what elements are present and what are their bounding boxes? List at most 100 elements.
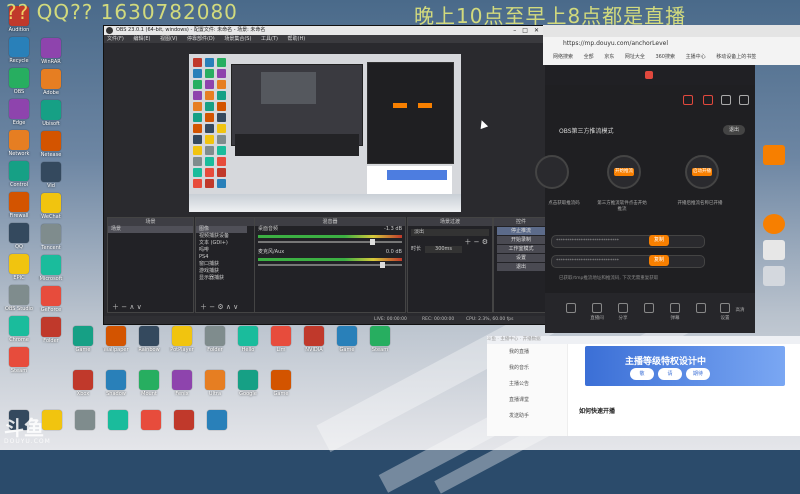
quality-button[interactable]: 高清	[727, 307, 753, 313]
settings-button[interactable]: 设置	[497, 254, 545, 262]
desktop-icon[interactable]: Shadow	[99, 370, 133, 403]
source-item[interactable]: 图像	[196, 226, 247, 233]
desktop-icon[interactable]: Folder	[198, 326, 232, 359]
menu-edit[interactable]: 编辑(E)	[133, 36, 150, 42]
menu-file[interactable]: 文件(F)	[107, 36, 124, 42]
bell-icon[interactable]	[721, 95, 731, 105]
bookmark-item[interactable]: 移动设备上的书签	[716, 54, 756, 60]
source-item[interactable]: 吗啡	[196, 247, 247, 254]
stream-key-field[interactable]: ****************************	[551, 255, 705, 268]
desktop-icon[interactable]	[200, 410, 234, 443]
desktop-icon[interactable]: Netease	[34, 131, 68, 164]
obs-window[interactable]: OBS 23.0.1 (64-bit, windows) - 配置文件: 未命名…	[103, 25, 549, 325]
desktop-icon[interactable]: Lim	[264, 326, 298, 359]
desktop-icon[interactable]: OBS	[2, 68, 36, 101]
desktop-icon[interactable]: Ultra	[198, 370, 232, 403]
bookmark-item[interactable]: 网址大全	[625, 54, 645, 60]
obs-preview-canvas[interactable]	[189, 54, 461, 212]
desktop-icon[interactable]: QQ	[2, 223, 36, 256]
source-item[interactable]: 游戏捕获	[196, 268, 247, 275]
source-item[interactable]: 文本 (GDI+)	[196, 240, 247, 247]
desktop-icon[interactable]: NVIDIA	[297, 326, 331, 359]
desktop-icon[interactable]: Vid	[34, 162, 68, 195]
studio-mode-button[interactable]: 工作室模式	[497, 245, 545, 253]
bottom-item[interactable]	[637, 303, 661, 315]
desktop-icon[interactable]: Game	[264, 370, 298, 403]
desktop-icon[interactable]: Tencent	[34, 224, 68, 257]
bookmark-item[interactable]: 360搜索	[655, 54, 675, 60]
source-item[interactable]: 显示器捕获	[196, 275, 247, 282]
stop-streaming-button[interactable]: 停止推流	[497, 227, 545, 235]
window-controls[interactable]: –□✕	[513, 26, 545, 35]
desktop-icon[interactable]: Steam	[363, 326, 397, 359]
desktop-icon[interactable]	[167, 410, 201, 443]
bottom-item[interactable]: 弹幕	[663, 303, 687, 321]
scene-item[interactable]: 场景	[108, 226, 193, 233]
start-recording-button[interactable]: 开始录制	[497, 236, 545, 244]
bottom-item[interactable]: 直播间	[585, 303, 609, 321]
desktop-icon[interactable]: Rainbow	[132, 326, 166, 359]
rtmp-address-field[interactable]: ****************************	[551, 235, 705, 248]
menu-tools[interactable]: 工具(T)	[261, 36, 278, 42]
desktop-icon[interactable]: PotPlayer	[165, 326, 199, 359]
desktop-icon[interactable]: Hello	[231, 326, 265, 359]
desktop-icon[interactable]: Firewall	[2, 192, 36, 225]
desktop-icon[interactable]: Control	[2, 161, 36, 194]
desktop-icon[interactable]: Audition	[2, 6, 36, 39]
source-item[interactable]: 窗口捕获	[196, 261, 247, 268]
avatar[interactable]	[645, 71, 653, 79]
desktop-icon[interactable]: Microsoft	[34, 255, 68, 288]
copy-rtmp-button[interactable]: 复制	[649, 235, 669, 246]
nav-item[interactable]: 主播公告	[487, 376, 567, 392]
volume-slider[interactable]	[258, 239, 402, 245]
bookmark-item[interactable]: 京东	[604, 54, 614, 60]
desktop-icon[interactable]: WeChat	[34, 193, 68, 226]
nav-item[interactable]: 我的直播	[487, 344, 567, 360]
side-widget-timer[interactable]	[763, 214, 785, 234]
desktop-icon[interactable]: Fenix	[165, 370, 199, 403]
transition-select[interactable]: 淡出	[411, 229, 489, 236]
start-live-button[interactable]: 启动开播	[692, 168, 712, 176]
menu-view[interactable]: 视图(V)	[160, 36, 177, 42]
desktop-icon[interactable]: Game	[66, 326, 100, 359]
desktop-icon[interactable]: Folder	[34, 317, 68, 350]
desktop-icon[interactable]: Recycle	[2, 37, 36, 70]
desktop-icon[interactable]: Xbox	[66, 370, 100, 403]
transition-add-remove[interactable]: ＋ − ⚙	[408, 239, 492, 246]
menu-help[interactable]: 帮助(H)	[288, 36, 306, 42]
side-widget-image[interactable]	[763, 240, 785, 260]
side-widget-wallpaper[interactable]	[763, 266, 785, 286]
menu-scene-collection[interactable]: 场景集合(S)	[224, 36, 251, 42]
bookmark-item[interactable]: 全部	[584, 54, 594, 60]
desktop-icon[interactable]: Chrome	[2, 316, 36, 349]
exit-button[interactable]: 退出	[497, 263, 545, 271]
copy-key-button[interactable]: 复制	[649, 255, 669, 266]
share-icon[interactable]	[739, 95, 749, 105]
volume-slider[interactable]	[258, 262, 402, 268]
nav-item[interactable]: 发送助手	[487, 408, 567, 424]
promo-banner[interactable]: 主播等级特权设计中 敬 请 期待	[585, 346, 785, 386]
desktop-icon[interactable]: WinRAR	[34, 38, 68, 71]
scenes-toolbar[interactable]: ＋ − ∧ ∨	[108, 302, 193, 312]
desktop-icon[interactable]: Steam	[2, 347, 36, 380]
desktop-icon[interactable]	[134, 410, 168, 443]
bottom-item[interactable]: 分享	[611, 303, 635, 321]
desktop-icon[interactable]: Adobe	[34, 69, 68, 102]
obs-titlebar[interactable]: OBS 23.0.1 (64-bit, windows) - 配置文件: 未命名…	[104, 26, 547, 35]
bottom-item[interactable]	[559, 303, 583, 315]
bottom-item[interactable]	[689, 303, 713, 315]
desktop-icon[interactable]: OBS Studio	[2, 285, 36, 318]
nav-item[interactable]: 直播课堂	[487, 392, 567, 408]
desktop-icon[interactable]: Wallpaper	[99, 326, 133, 359]
desktop-icon[interactable]	[101, 410, 135, 443]
desktop-icon[interactable]: EPIC	[2, 254, 36, 287]
bookmark-item[interactable]: 网络搜索	[553, 54, 573, 60]
gift-icon[interactable]	[683, 95, 693, 105]
desktop-icon[interactable]: Google	[231, 370, 265, 403]
bag-icon[interactable]	[703, 95, 713, 105]
exit-mode-button[interactable]: 退出	[723, 125, 745, 135]
desktop-icon[interactable]: Network	[2, 130, 36, 163]
bookmark-item[interactable]: 主播中心	[686, 54, 706, 60]
source-item[interactable]: PS4	[196, 254, 247, 261]
start-push-button[interactable]: 开始推流	[614, 168, 634, 176]
